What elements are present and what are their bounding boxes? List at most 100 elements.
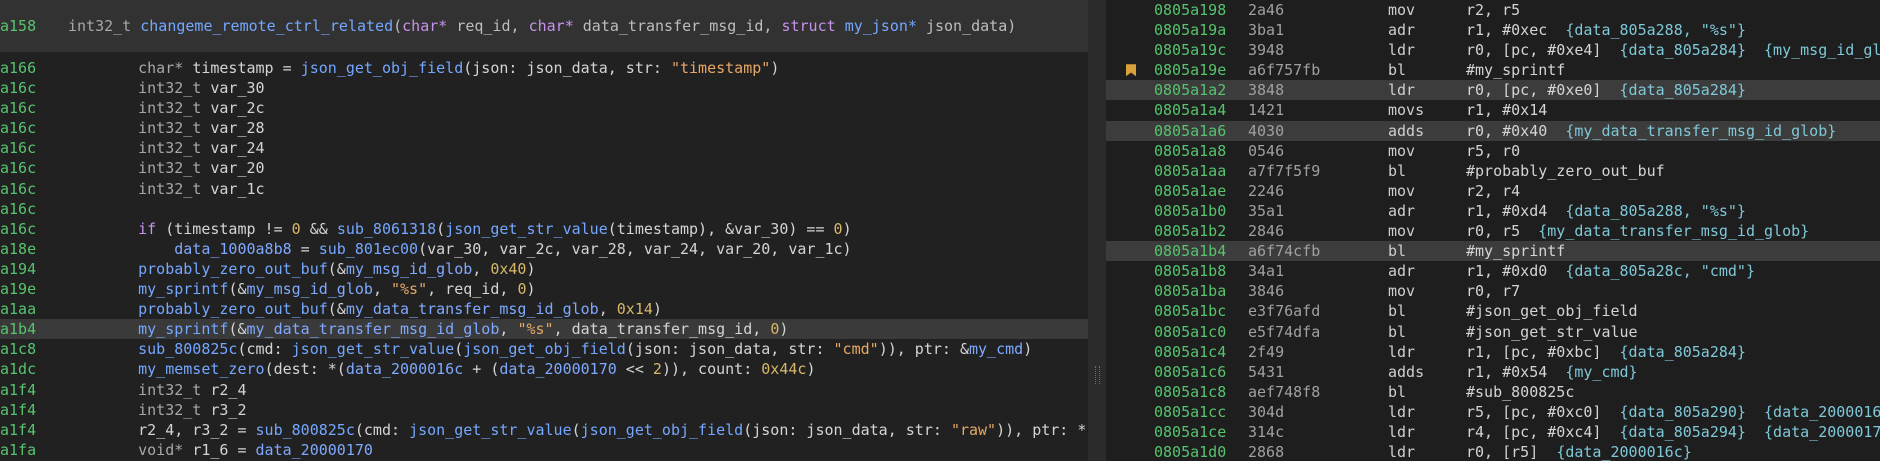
asm-gutter[interactable] (1106, 201, 1154, 221)
code-text[interactable]: int32_t r2_4 (102, 380, 246, 400)
disassembly-pane[interactable]: 0805a198 2a46 mov r2, r5 0805a19a 3ba1 adr r1, … (1106, 0, 1880, 461)
code-text[interactable]: sub_800825c(cmd: json_get_str_value(json… (102, 339, 1032, 359)
asm-address: 0805a1c6 (1154, 362, 1227, 381)
asm-gutter[interactable] (1106, 301, 1154, 321)
asm-line[interactable]: 0805a1a4 1421 movs r1, #0x14 (1106, 100, 1880, 120)
asm-gutter[interactable] (1106, 261, 1154, 281)
code-text[interactable]: int32_t var_1c (102, 179, 264, 199)
asm-gutter[interactable] (1106, 241, 1154, 261)
code-line[interactable]: a1fa void* r1_6 = data_20000170 (0, 440, 1088, 460)
asm-gutter[interactable] (1106, 100, 1154, 120)
disassembly-listing[interactable]: 0805a198 2a46 mov r2, r5 0805a19a 3ba1 adr r1, … (1106, 0, 1880, 461)
asm-gutter[interactable] (1106, 362, 1154, 382)
code-line[interactable]: a16c int32_t var_30 (0, 78, 1088, 98)
code-line[interactable]: a16c if (timestamp != 0 && sub_8061318(j… (0, 219, 1088, 239)
asm-gutter[interactable] (1106, 402, 1154, 422)
asm-line[interactable]: 0805a1c8 aef748f8 bl #sub_800825c (1106, 382, 1880, 402)
code-text[interactable]: int32_t var_20 (102, 158, 264, 178)
code-text[interactable]: if (timestamp != 0 && sub_8061318(json_g… (102, 219, 851, 239)
asm-gutter[interactable] (1106, 342, 1154, 362)
code-line[interactable]: a1dc my_memset_zero(dest: *(data_2000016… (0, 359, 1088, 379)
code-line[interactable]: a19e my_sprintf(&my_msg_id_glob, "%s", r… (0, 279, 1088, 299)
code-line[interactable]: a1f4 r2_4, r3_2 = sub_800825c(cmd: json_… (0, 420, 1088, 440)
code-text[interactable]: my_sprintf(&my_data_transfer_msg_id_glob… (102, 319, 788, 339)
asm-line[interactable]: 0805a19a 3ba1 adr r1, #0xec {data_805a288, … (1106, 20, 1880, 40)
function-name[interactable]: changeme_remote_ctrl_related (140, 17, 393, 35)
code-line[interactable]: a1c8 sub_800825c(cmd: json_get_str_value… (0, 339, 1088, 359)
code-line[interactable]: a16c int32_t var_28 (0, 118, 1088, 138)
asm-line[interactable]: 0805a1b0 35a1 adr r1, #0xd4 {data_805a288, … (1106, 201, 1880, 221)
asm-gutter[interactable] (1106, 60, 1154, 80)
code-line[interactable]: a1f4 int32_t r3_2 (0, 400, 1088, 420)
code-text[interactable]: int32_t var_30 (102, 78, 264, 98)
decompiled-code[interactable]: a166 char* timestamp = json_get_obj_fiel… (0, 52, 1088, 460)
code-text[interactable]: probably_zero_out_buf(&my_data_transfer_… (102, 299, 662, 319)
asm-line[interactable]: 0805a1cc 304d ldr r5, [pc, #0xc0] {data_805… (1106, 402, 1880, 422)
bookmark-icon[interactable] (1126, 64, 1136, 77)
asm-mnemonic: mov (1388, 282, 1416, 301)
asm-line[interactable]: 0805a1b4 a6f74cfb bl #my_sprintf (1106, 241, 1880, 262)
asm-line[interactable]: 0805a1c4 2f49 ldr r1, [pc, #0xbc] {data_805… (1106, 342, 1880, 362)
code-text[interactable]: my_sprintf(&my_msg_id_glob, "%s", req_id… (102, 279, 535, 299)
code-line[interactable]: a1f4 int32_t r2_4 (0, 380, 1088, 400)
asm-gutter[interactable] (1106, 281, 1154, 301)
code-line[interactable]: a16c (0, 199, 1088, 219)
code-text[interactable]: char* timestamp = json_get_obj_field(jso… (102, 58, 779, 78)
asm-line[interactable]: 0805a198 2a46 mov r2, r5 (1106, 0, 1880, 20)
asm-line[interactable]: 0805a19c 3948 ldr r0, [pc, #0xe4] {data_805… (1106, 40, 1880, 60)
asm-line[interactable]: 0805a19e a6f757fb bl #my_sprintf (1106, 60, 1880, 80)
asm-gutter[interactable] (1106, 141, 1154, 161)
asm-gutter[interactable] (1106, 181, 1154, 201)
code-line[interactable]: a1b4 my_sprintf(&my_data_transfer_msg_id… (0, 319, 1088, 340)
function-signature-header[interactable]: a158 int32_t changeme_remote_ctrl_relate… (0, 0, 1088, 52)
code-line[interactable]: a16c int32_t var_20 (0, 158, 1088, 178)
asm-gutter[interactable] (1106, 422, 1154, 442)
code-line[interactable]: a166 char* timestamp = json_get_obj_fiel… (0, 58, 1088, 78)
code-text[interactable]: int32_t var_2c (102, 98, 264, 118)
asm-gutter[interactable] (1106, 121, 1154, 141)
asm-gutter[interactable] (1106, 382, 1154, 402)
asm-line[interactable]: 0805a1a6 4030 adds r0, #0x40 {my_data_trans… (1106, 120, 1880, 141)
code-line[interactable]: a194 probably_zero_out_buf(&my_msg_id_gl… (0, 259, 1088, 279)
code-text[interactable]: probably_zero_out_buf(&my_msg_id_glob, 0… (102, 259, 535, 279)
code-line[interactable]: a1aa probably_zero_out_buf(&my_data_tran… (0, 299, 1088, 319)
asm-line[interactable]: 0805a1aa a7f7f5f9 bl #probably_zero_out_buf (1106, 161, 1880, 181)
code-line[interactable]: a16c int32_t var_24 (0, 138, 1088, 158)
asm-bytes: 2846 (1248, 222, 1285, 241)
asm-line[interactable]: 0805a1d0 2868 ldr r0, [r5] {data_2000016c} (1106, 442, 1880, 461)
code-line[interactable]: a18e data_1000a8b8 = sub_801ec00(var_30,… (0, 239, 1088, 259)
decompiler-pane[interactable]: a158 int32_t changeme_remote_ctrl_relate… (0, 0, 1088, 461)
asm-line[interactable]: 0805a1ce 314c ldr r4, [pc, #0xc4] {data_805… (1106, 422, 1880, 442)
asm-gutter[interactable] (1106, 0, 1154, 20)
code-text[interactable]: int32_t var_24 (102, 138, 264, 158)
splitter-grip-icon[interactable] (1095, 366, 1100, 384)
asm-mnemonic: adr (1388, 21, 1416, 40)
asm-line[interactable]: 0805a1bc e3f76afd bl #json_get_obj_field (1106, 301, 1880, 321)
asm-gutter[interactable] (1106, 80, 1154, 100)
code-text[interactable]: data_1000a8b8 = sub_801ec00(var_30, var_… (102, 239, 851, 259)
asm-line[interactable]: 0805a1a8 0546 mov r5, r0 (1106, 141, 1880, 161)
code-text[interactable]: void* r1_6 = data_20000170 (102, 440, 373, 460)
asm-gutter[interactable] (1106, 442, 1154, 461)
asm-gutter[interactable] (1106, 221, 1154, 241)
code-text[interactable]: int32_t r3_2 (102, 400, 246, 420)
asm-gutter[interactable] (1106, 40, 1154, 60)
code-text[interactable]: r2_4, r3_2 = sub_800825c(cmd: json_get_s… (102, 420, 1088, 440)
pane-splitter[interactable] (1088, 0, 1106, 461)
code-text[interactable]: int32_t var_28 (102, 118, 264, 138)
code-text[interactable]: my_memset_zero(dest: *(data_2000016c + (… (102, 359, 815, 379)
asm-gutter[interactable] (1106, 322, 1154, 342)
asm-gutter[interactable] (1106, 20, 1154, 40)
asm-gutter[interactable] (1106, 161, 1154, 181)
code-line[interactable]: a16c int32_t var_2c (0, 98, 1088, 118)
asm-address: 0805a1b0 (1154, 201, 1227, 220)
asm-line[interactable]: 0805a1ae 2246 mov r2, r4 (1106, 181, 1880, 201)
asm-address: 0805a1c0 (1154, 322, 1227, 341)
asm-line[interactable]: 0805a1a2 3848 ldr r0, [pc, #0xe0] {data_805… (1106, 80, 1880, 101)
code-line[interactable]: a16c int32_t var_1c (0, 179, 1088, 199)
asm-line[interactable]: 0805a1ba 3846 mov r0, r7 (1106, 281, 1880, 301)
asm-line[interactable]: 0805a1b8 34a1 adr r1, #0xd0 {data_805a28c, … (1106, 261, 1880, 281)
asm-line[interactable]: 0805a1b2 2846 mov r0, r5 {my_data_transfer_… (1106, 221, 1880, 241)
asm-line[interactable]: 0805a1c6 5431 adds r1, #0x54 {my_cmd} (1106, 362, 1880, 382)
asm-line[interactable]: 0805a1c0 e5f74dfa bl #json_get_str_value (1106, 322, 1880, 342)
